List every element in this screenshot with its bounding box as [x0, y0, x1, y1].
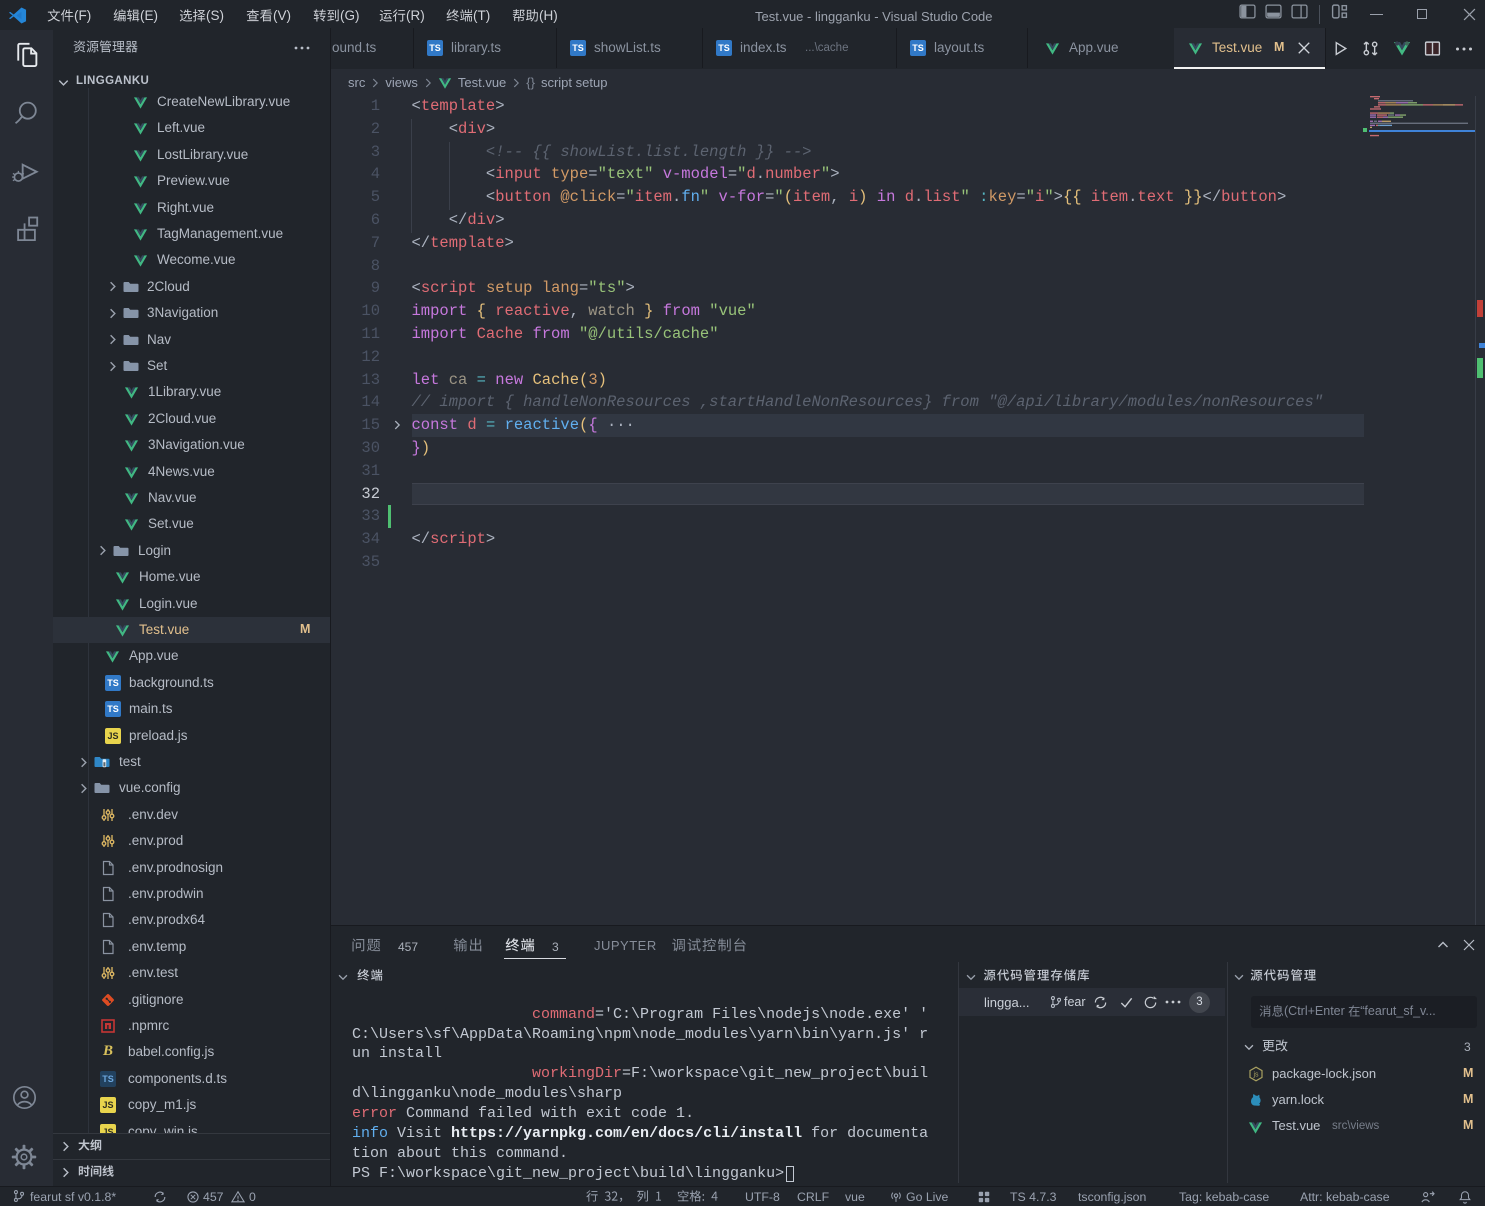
svg-text:js: js: [1252, 1072, 1259, 1079]
